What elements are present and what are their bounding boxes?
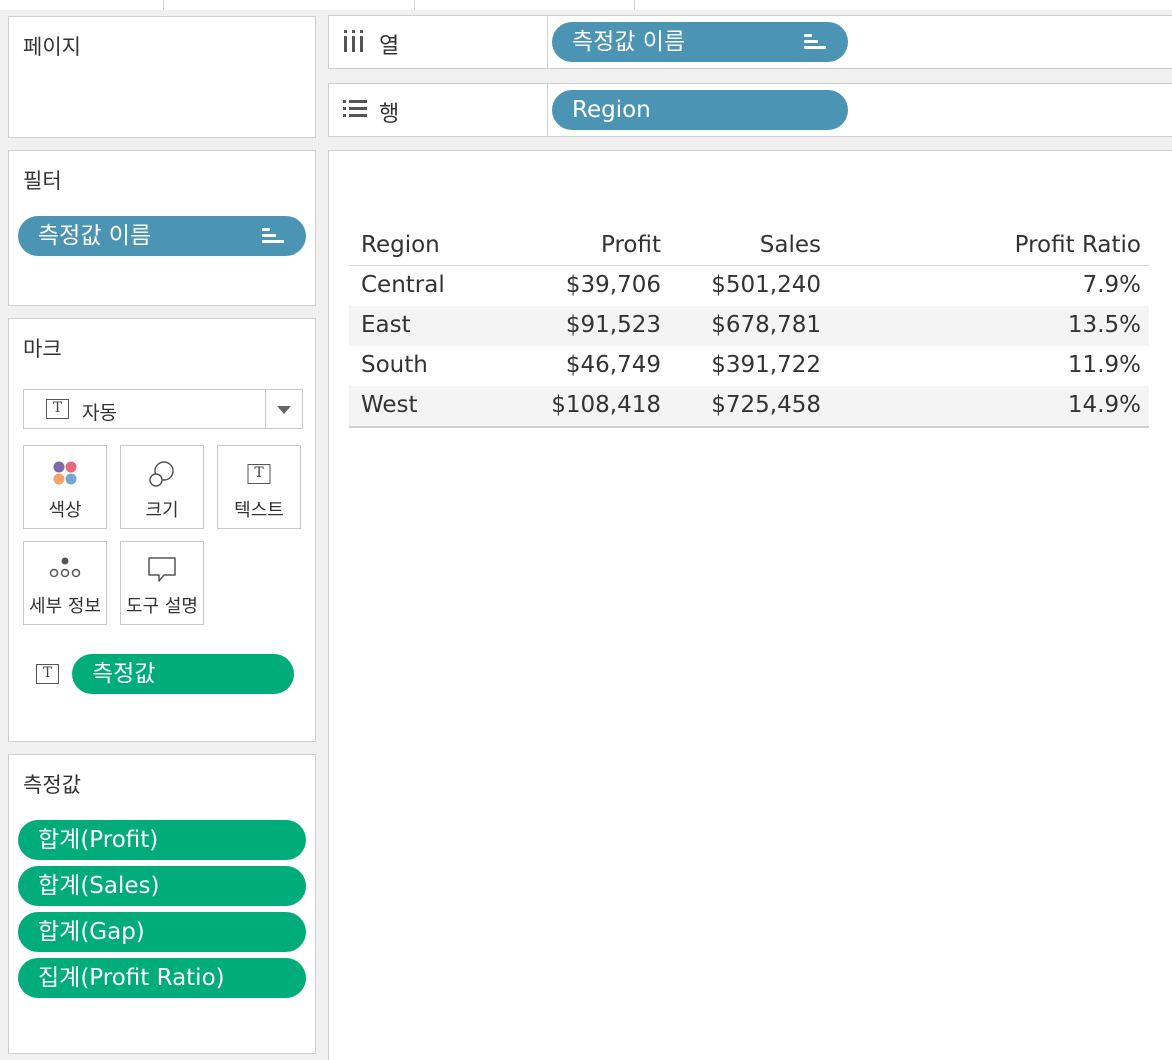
sales-cell[interactable]: $725,458 (711, 386, 821, 426)
table-bottom-border (349, 426, 1149, 428)
measure-pill-agg-profit-ratio[interactable]: 집계(Profit Ratio) (18, 958, 306, 998)
text-mark-icon: T (46, 399, 69, 419)
measure-pill-label: 집계(Profit Ratio) (38, 965, 225, 991)
measure-pill-sum-profit[interactable]: 합계(Profit) (18, 820, 306, 860)
sort-descending-icon (262, 228, 284, 244)
tooltip-card-label: 도구 설명 (126, 596, 198, 617)
measure-pill-label: 합계(Profit) (38, 827, 159, 853)
profit-ratio-cell[interactable]: 7.9% (1083, 266, 1141, 306)
sales-cell[interactable]: $678,781 (711, 306, 821, 346)
profit-ratio-cell[interactable]: 11.9% (1068, 346, 1141, 386)
profit-cell[interactable]: $108,418 (551, 386, 661, 426)
measure-pill-label: 합계(Gap) (38, 919, 145, 945)
table-row: West $108,418 $725,458 14.9% (349, 386, 1149, 426)
filters-panel[interactable]: 필터 측정값 이름 (8, 150, 316, 306)
view-canvas[interactable]: Region Profit Sales Profit Ratio Central… (328, 150, 1172, 1060)
rows-shelf[interactable]: 행 Region (328, 83, 1172, 137)
columns-shelf[interactable]: 열 측정값 이름 (328, 15, 1172, 69)
columns-pill-label: 측정값 이름 (572, 29, 686, 55)
filter-pill-label: 측정값 이름 (38, 223, 152, 249)
text-card-label: 텍스트 (234, 500, 284, 521)
measure-pill-sum-gap[interactable]: 합계(Gap) (18, 912, 306, 952)
text-card[interactable]: T 텍스트 (217, 445, 301, 529)
measure-pill-label: 합계(Sales) (38, 873, 160, 899)
rows-shelf-label: 행 (379, 102, 400, 127)
rows-icon (343, 98, 367, 124)
rows-pill-label: Region (572, 97, 651, 123)
sort-descending-icon (804, 34, 826, 50)
text-encoding-icon: T (36, 664, 59, 684)
filter-pill-measure-names[interactable]: 측정값 이름 (18, 216, 306, 256)
profit-ratio-cell[interactable]: 13.5% (1068, 306, 1141, 346)
text-pill-measure-values[interactable]: 측정값 (72, 654, 294, 694)
measure-values-panel: 측정값 합계(Profit) 합계(Sales) 합계(Gap) 집계(Prof… (8, 754, 316, 1054)
profit-cell[interactable]: $39,706 (566, 266, 661, 306)
table-header-row: Region Profit Sales Profit Ratio (349, 226, 1149, 266)
detail-card[interactable]: 세부 정보 (23, 541, 107, 625)
sales-cell[interactable]: $501,240 (711, 266, 821, 306)
measure-pill-sum-sales[interactable]: 합계(Sales) (18, 866, 306, 906)
columns-shelf-label: 열 (379, 34, 400, 59)
pages-panel[interactable]: 페이지 (8, 16, 316, 138)
sales-cell[interactable]: $391,722 (711, 346, 821, 386)
mark-type-value: 자동 (82, 402, 117, 424)
crosstab-table: Region Profit Sales Profit Ratio Central… (349, 226, 1149, 428)
detail-card-label: 세부 정보 (29, 596, 101, 617)
header-profit[interactable]: Profit (601, 226, 661, 266)
rows-pill-region[interactable]: Region (552, 90, 848, 130)
tableau-workspace: 페이지 필터 측정값 이름 마크 T 자동 색상 크기 T 텍스트 세부 정보 … (0, 0, 1172, 1060)
header-sales[interactable]: Sales (760, 226, 821, 266)
profit-cell[interactable]: $46,749 (566, 346, 661, 386)
tooltip-card[interactable]: 도구 설명 (120, 541, 204, 625)
header-profit-ratio[interactable]: Profit Ratio (1015, 226, 1141, 266)
color-card-label: 색상 (48, 500, 82, 521)
text-box-icon: T (247, 464, 271, 484)
table-row: South $46,749 $391,722 11.9% (349, 346, 1149, 386)
marks-title: 마크 (23, 337, 62, 361)
region-cell[interactable]: East (361, 306, 411, 346)
pages-title: 페이지 (23, 35, 81, 59)
chevron-down-icon[interactable] (277, 406, 291, 414)
mark-type-dropdown[interactable]: T 자동 (23, 389, 303, 429)
measure-values-title: 측정값 (23, 773, 81, 797)
header-region[interactable]: Region (361, 226, 440, 266)
size-card[interactable]: 크기 (120, 445, 204, 529)
color-card[interactable]: 색상 (23, 445, 107, 529)
profit-cell[interactable]: $91,523 (566, 306, 661, 346)
columns-pill-measure-names[interactable]: 측정값 이름 (552, 22, 848, 62)
color-dots-icon (52, 460, 78, 486)
top-strip (0, 0, 1172, 10)
table-row: East $91,523 $678,781 13.5% (349, 306, 1149, 346)
size-circles-icon (147, 460, 177, 488)
columns-icon (343, 30, 365, 56)
text-pill-label: 측정값 (92, 661, 156, 687)
detail-dots-icon (48, 556, 82, 580)
tooltip-bubble-icon (147, 556, 177, 584)
size-card-label: 크기 (145, 500, 179, 521)
marks-panel: 마크 T 자동 색상 크기 T 텍스트 세부 정보 도구 설명 T 측정값 (8, 318, 316, 742)
region-cell[interactable]: South (361, 346, 428, 386)
filters-title: 필터 (23, 169, 62, 193)
region-cell[interactable]: West (361, 386, 418, 426)
profit-ratio-cell[interactable]: 14.9% (1068, 386, 1141, 426)
region-cell[interactable]: Central (361, 266, 445, 306)
table-row: Central $39,706 $501,240 7.9% (349, 266, 1149, 306)
